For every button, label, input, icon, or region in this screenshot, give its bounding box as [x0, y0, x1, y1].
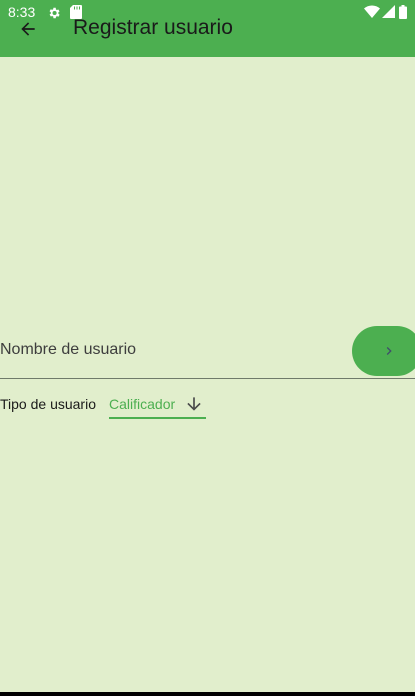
app-bar: 8:33 Registrar usuario	[0, 0, 415, 57]
user-type-dropdown[interactable]: Calificador	[109, 391, 206, 419]
user-type-label: Tipo de usuario	[0, 396, 96, 412]
chevron-right-icon	[386, 347, 392, 355]
navigation-bar	[0, 692, 415, 696]
signal-icon	[382, 5, 395, 18]
next-button[interactable]	[352, 326, 415, 376]
arrow-back-icon	[21, 22, 35, 36]
user-type-value: Calificador	[109, 396, 176, 412]
back-button[interactable]	[14, 15, 42, 43]
settings-icon	[49, 7, 60, 19]
arrow-down-icon	[187, 397, 201, 411]
wifi-icon	[364, 5, 380, 18]
page-title: Registrar usuario	[73, 16, 233, 39]
username-placeholder: Nombre de usuario	[0, 341, 137, 358]
battery-icon	[399, 5, 407, 19]
